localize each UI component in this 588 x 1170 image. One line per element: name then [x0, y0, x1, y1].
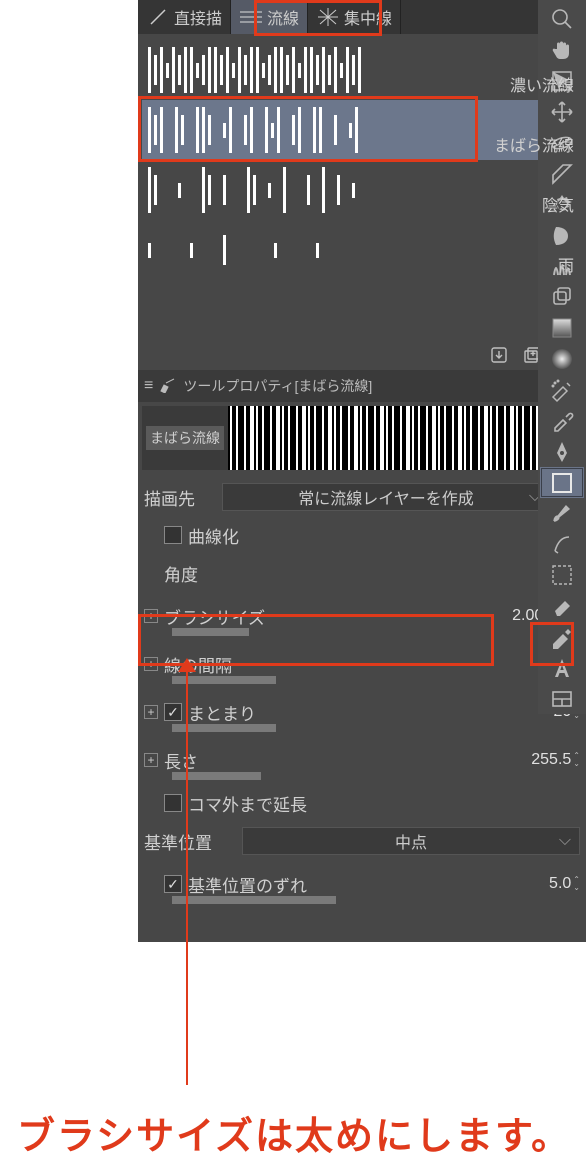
preset-sparse[interactable]: まばら流線	[142, 100, 582, 160]
prop-extend: コマ外まで延長	[144, 786, 580, 820]
preset-dense-label: 濃い流線	[510, 72, 574, 96]
tool-frame[interactable]	[540, 683, 584, 714]
prop-ref-value: 中点	[395, 829, 427, 853]
tab-focus[interactable]: 集中線	[308, 0, 401, 34]
prop-cluster: + ✓ まとまり 20 ⌃⌄	[144, 690, 580, 734]
tool-move-layer[interactable]	[540, 97, 584, 128]
prop-angle: 角度 90.0 ⌃⌄	[144, 556, 580, 590]
prop-ref-offset-checkbox[interactable]: ✓	[164, 875, 182, 893]
prop-draw-target: 描画先 常に流線レイヤーを作成 ⚙	[144, 480, 580, 514]
tool-hand[interactable]	[540, 35, 584, 66]
expand-icon[interactable]: +	[144, 705, 158, 719]
tab-flow[interactable]: 流線	[231, 0, 308, 34]
tool-rectangle[interactable]	[540, 467, 584, 498]
preview-chip-label: まばら流線	[146, 426, 224, 450]
prop-length-slider[interactable]	[172, 772, 470, 780]
tool-ruler[interactable]	[540, 158, 584, 189]
tool-gradient[interactable]	[540, 313, 584, 344]
tab-focus-label: 集中線	[344, 5, 392, 29]
right-toolbar	[538, 0, 586, 714]
menu-icon[interactable]: ≡	[144, 377, 153, 395]
prop-curve-checkbox[interactable]	[164, 526, 182, 544]
flow-lines-icon	[239, 8, 263, 26]
prop-curve-label: 曲線化	[188, 523, 580, 548]
prop-spacing-slider[interactable]	[172, 676, 470, 684]
preset-dense[interactable]: 濃い流線	[142, 40, 582, 100]
expand-icon[interactable]: +	[144, 753, 158, 767]
brush-small-icon	[159, 377, 177, 396]
preset-rain[interactable]: 雨	[142, 220, 582, 280]
arrow-stepper-icon[interactable]: ⌃⌄	[573, 876, 580, 892]
annotation-arrow-line	[186, 665, 188, 1085]
tool-property-title: ツールプロパティ[まばら流線]	[183, 376, 372, 396]
prop-ref-offset-slider[interactable]	[172, 896, 470, 904]
prop-draw-target-label: 描画先	[144, 485, 214, 510]
tool-correction[interactable]	[540, 622, 584, 653]
tool-eyedropper[interactable]	[540, 405, 584, 436]
preset-gloomy-label: 陰気	[542, 192, 574, 216]
preset-rain-label: 雨	[558, 252, 574, 276]
tool-magnifier[interactable]	[540, 4, 584, 35]
prop-reference: 基準位置 中点	[144, 824, 580, 858]
tab-direct-label: 直接描	[174, 5, 222, 29]
tool-gradient-map[interactable]	[540, 344, 584, 375]
prop-angle-label: 角度	[164, 561, 534, 586]
expand-icon[interactable]: +	[144, 657, 158, 671]
subtool-tabs: 直接描 流線 集中線	[138, 0, 586, 34]
prop-brush-label: ブラシサイズ	[164, 604, 506, 629]
tab-flow-label: 流線	[267, 5, 299, 29]
expand-icon[interactable]: +	[144, 609, 158, 623]
prop-cluster-label: まとまり	[188, 700, 548, 725]
prop-draw-target-select[interactable]: 常に流線レイヤーを作成	[222, 483, 550, 511]
preset-gloomy[interactable]: 陰気	[142, 160, 582, 220]
tab-direct[interactable]: 直接描	[138, 0, 231, 34]
tool-properties: 描画先 常に流線レイヤーを作成 ⚙ 曲線化 角度 90.0 ⌃⌄ + ブラシサイ…	[138, 474, 586, 912]
prop-length: + 長さ 255.5 ⌃⌄	[144, 738, 580, 782]
prop-ref-select[interactable]: 中点	[242, 827, 580, 855]
tool-decoration[interactable]	[540, 282, 584, 313]
tool-airbrush[interactable]	[540, 375, 584, 406]
prop-brush-size: + ブラシサイズ 2.00 ⌃⌄ ◎	[144, 594, 580, 638]
tool-property-header: ≡ ツールプロパティ[まばら流線]	[138, 370, 586, 402]
prop-draw-target-value: 常に流線レイヤーを作成	[298, 485, 474, 509]
prop-extend-checkbox[interactable]	[164, 794, 182, 812]
tool-fill[interactable]	[540, 220, 584, 251]
tool-text[interactable]	[540, 652, 584, 683]
prop-extend-label: コマ外まで延長	[188, 791, 580, 816]
tool-pen[interactable]	[540, 436, 584, 467]
prop-length-label: 長さ	[164, 748, 525, 773]
prop-ref-offset-value[interactable]: 5.0	[549, 875, 571, 893]
tool-eraser[interactable]	[540, 591, 584, 622]
slash-icon	[146, 8, 170, 26]
prop-length-value[interactable]: 255.5	[531, 751, 571, 769]
prop-spacing: + 線の間隔 5.00 ⌃⌄	[144, 642, 580, 686]
prop-ref-offset-label: 基準位置のずれ	[188, 872, 543, 897]
preview-stripes	[228, 406, 582, 470]
prop-curve: 曲線化	[144, 518, 580, 552]
preset-rain-swatch	[148, 226, 576, 274]
tool-selection[interactable]	[540, 560, 584, 591]
prop-ref-label: 基準位置	[144, 829, 234, 854]
preset-sparse-label: まばら流線	[494, 132, 574, 156]
focus-lines-icon	[316, 8, 340, 26]
prop-cluster-slider[interactable]	[172, 724, 470, 732]
prop-ref-offset: ✓ 基準位置のずれ 5.0 ⌃⌄	[144, 862, 580, 906]
prop-spacing-label: 線の間隔	[164, 652, 534, 677]
prop-brush-slider[interactable]	[172, 628, 470, 636]
annotation-caption: ブラシサイズは太めにします。	[0, 1105, 588, 1160]
tool-brush[interactable]	[540, 498, 584, 529]
prop-cluster-checkbox[interactable]: ✓	[164, 703, 182, 721]
arrow-stepper-icon[interactable]: ⌃⌄	[573, 752, 580, 768]
download-preset-icon[interactable]	[488, 344, 510, 366]
preset-gloomy-swatch	[148, 166, 576, 214]
tool-property-preview: まばら流線	[142, 406, 582, 470]
preset-list: 濃い流線 まばら流線 陰気 雨	[138, 34, 586, 370]
tool-calligraphy[interactable]	[540, 529, 584, 560]
